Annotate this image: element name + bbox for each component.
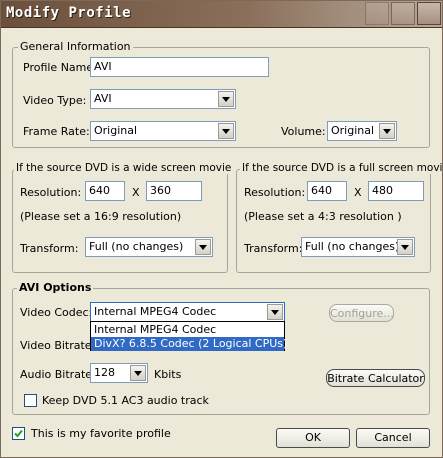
ok-button[interactable]: OK	[276, 428, 350, 448]
video-type-select[interactable]: AVI	[90, 89, 236, 109]
wide-transform-label: Transform:	[20, 242, 79, 255]
audio-bitrate-select[interactable]: 128	[90, 363, 148, 383]
volume-select[interactable]: Original	[327, 121, 397, 141]
frame-rate-value: Original	[94, 124, 138, 137]
profile-name-label: Profile Name:	[23, 61, 97, 74]
wide-resolution-label: Resolution:	[20, 186, 82, 199]
bitrate-calculator-button[interactable]: Bitrate Calculator	[326, 369, 425, 387]
full-resolution-label: Resolution:	[244, 186, 306, 199]
window-control-button[interactable]	[391, 2, 415, 25]
video-codec-select[interactable]: Internal MPEG4 Codec	[90, 302, 285, 322]
checkmark-icon	[14, 429, 23, 438]
frame-rate-label: Frame Rate:	[23, 125, 90, 138]
chevron-down-icon[interactable]	[267, 304, 283, 320]
codec-option[interactable]: DivX? 6.8.5 Codec (2 Logical CPUs)	[91, 337, 287, 351]
favorite-checkbox[interactable]	[12, 427, 25, 440]
full-width-input[interactable]: 640	[307, 181, 347, 201]
audio-bitrate-value: 128	[94, 366, 115, 379]
volume-label: Volume:	[281, 125, 326, 138]
video-codec-dropdown-list: Internal MPEG4 Codec DivX? 6.8.5 Codec (…	[90, 321, 287, 351]
wide-width-input[interactable]: 640	[85, 181, 125, 201]
video-codec-value: Internal MPEG4 Codec	[94, 305, 217, 318]
chevron-down-icon[interactable]	[195, 239, 211, 255]
wide-times-label: X	[132, 186, 140, 199]
audio-bitrate-label: Audio Bitrate:	[20, 368, 96, 381]
full-screen-legend: If the source DVD is a full screen movie	[240, 162, 443, 174]
full-height-input[interactable]: 480	[368, 181, 424, 201]
wide-hint-text: (Please set a 16:9 resolution)	[20, 210, 182, 223]
chevron-down-icon[interactable]	[397, 239, 413, 255]
cancel-button[interactable]: Cancel	[356, 428, 430, 448]
window-title: Modify Profile	[6, 5, 132, 21]
configure-button[interactable]: Configure...	[329, 304, 394, 322]
frame-rate-select[interactable]: Original	[90, 121, 236, 141]
chevron-down-icon[interactable]	[218, 123, 234, 139]
general-info-legend: General Information	[18, 40, 133, 53]
favorite-label: This is my favorite profile	[31, 427, 171, 440]
full-hint-text: (Please set a 4:3 resolution )	[244, 210, 402, 223]
full-transform-value: Full (no changes)	[305, 240, 400, 253]
chevron-down-icon[interactable]	[130, 365, 146, 381]
wide-height-input[interactable]: 360	[146, 181, 202, 201]
codec-option[interactable]: Internal MPEG4 Codec	[91, 323, 284, 337]
full-transform-select[interactable]: Full (no changes)	[301, 237, 415, 257]
wide-screen-legend: If the source DVD is a wide screen movie	[14, 162, 234, 174]
keep-ac3-label: Keep DVD 5.1 AC3 audio track	[42, 394, 209, 407]
window-control-button[interactable]	[365, 2, 389, 25]
video-codec-label: Video Codec:	[20, 306, 93, 319]
video-type-value: AVI	[94, 92, 112, 105]
kbits-label: Kbits	[154, 368, 182, 381]
avi-options-legend: AVI Options	[17, 281, 94, 294]
video-bitrate-label: Video Bitrate:	[20, 339, 96, 352]
chevron-down-icon[interactable]	[379, 123, 395, 139]
profile-name-input[interactable]: AVI	[90, 57, 269, 77]
full-times-label: X	[354, 186, 362, 199]
wide-transform-select[interactable]: Full (no changes)	[85, 237, 213, 257]
video-type-label: Video Type:	[23, 94, 87, 107]
chevron-down-icon[interactable]	[218, 91, 234, 107]
wide-transform-value: Full (no changes)	[89, 240, 184, 253]
volume-value: Original	[331, 124, 375, 137]
window-control-button[interactable]	[417, 2, 441, 25]
keep-ac3-checkbox[interactable]	[24, 394, 37, 407]
full-transform-label: Transform:	[244, 242, 303, 255]
